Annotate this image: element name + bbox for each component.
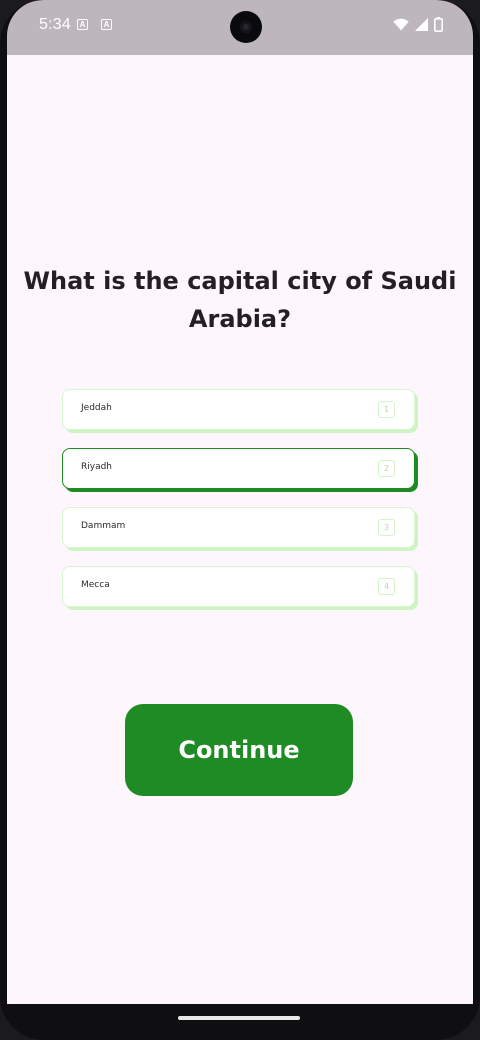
- home-indicator[interactable]: [178, 1016, 300, 1020]
- answer-key-badge: 3: [378, 519, 395, 536]
- status-icons: [393, 17, 443, 32]
- app-notification-icon: A: [101, 19, 112, 30]
- status-time: 5:34: [39, 16, 71, 33]
- quiz-screen: What is the capital city of Saudi Arabia…: [7, 55, 473, 1004]
- answer-option-dammam[interactable]: Dammam 3: [62, 507, 415, 548]
- answer-key-badge: 1: [378, 401, 395, 418]
- app-notification-icon: A: [77, 19, 88, 30]
- status-bar: 5:34 A A: [7, 0, 473, 55]
- front-camera: [230, 11, 262, 43]
- battery-icon: [434, 17, 443, 32]
- answer-option-mecca[interactable]: Mecca 4: [62, 566, 415, 607]
- phone-frame: 5:34 A A What is the capital city of Sau…: [0, 0, 480, 1040]
- answer-option-riyadh[interactable]: Riyadh 2: [62, 448, 415, 489]
- signal-icon: [415, 18, 428, 31]
- answer-label: Riyadh: [81, 462, 113, 472]
- answer-label: Jeddah: [81, 403, 112, 413]
- question-title: What is the capital city of Saudi Arabia…: [23, 267, 457, 333]
- wifi-icon: [393, 18, 409, 31]
- answer-key-badge: 2: [378, 460, 395, 477]
- continue-button[interactable]: Continue: [125, 704, 353, 796]
- answer-label: Mecca: [81, 580, 110, 590]
- answer-option-jeddah[interactable]: Jeddah 1: [62, 389, 415, 430]
- answer-key-badge: 4: [378, 578, 395, 595]
- answer-label: Dammam: [81, 521, 126, 531]
